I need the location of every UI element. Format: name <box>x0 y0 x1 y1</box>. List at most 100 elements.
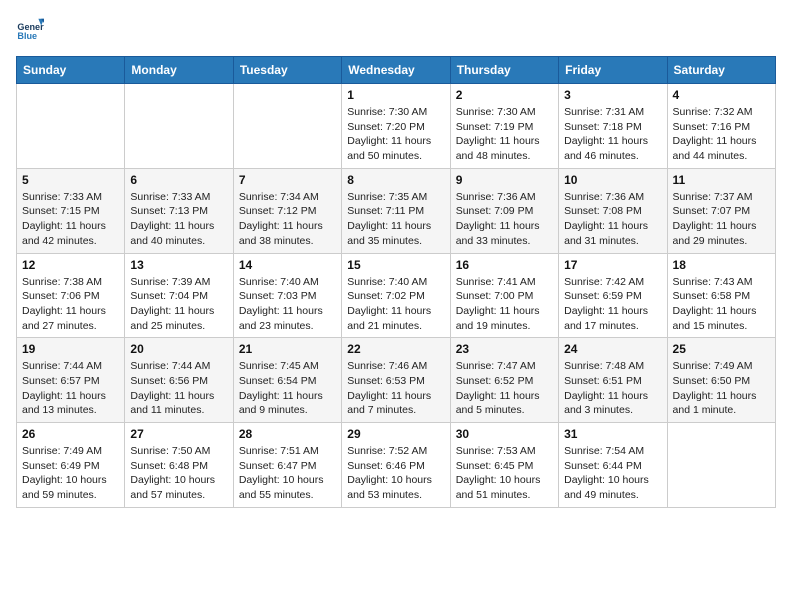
calendar-cell: 2 Sunrise: 7:30 AM Sunset: 7:19 PM Daylig… <box>450 84 558 169</box>
day-header-monday: Monday <box>125 57 233 84</box>
day-info: Sunrise: 7:47 AM Sunset: 6:52 PM Dayligh… <box>456 359 553 418</box>
calendar-cell: 17 Sunrise: 7:42 AM Sunset: 6:59 PM Dayli… <box>559 253 667 338</box>
day-header-wednesday: Wednesday <box>342 57 450 84</box>
calendar-cell: 12 Sunrise: 7:38 AM Sunset: 7:06 PM Dayli… <box>17 253 125 338</box>
day-number: 14 <box>239 258 336 272</box>
calendar-cell: 14 Sunrise: 7:40 AM Sunset: 7:03 PM Dayli… <box>233 253 341 338</box>
day-number: 19 <box>22 342 119 356</box>
calendar-week-row: 26 Sunrise: 7:49 AM Sunset: 6:49 PM Dayli… <box>17 423 776 508</box>
calendar-week-row: 12 Sunrise: 7:38 AM Sunset: 7:06 PM Dayli… <box>17 253 776 338</box>
day-number: 13 <box>130 258 227 272</box>
calendar-cell: 9 Sunrise: 7:36 AM Sunset: 7:09 PM Daylig… <box>450 168 558 253</box>
day-number: 15 <box>347 258 444 272</box>
day-header-tuesday: Tuesday <box>233 57 341 84</box>
day-info: Sunrise: 7:42 AM Sunset: 6:59 PM Dayligh… <box>564 275 661 334</box>
calendar-header-row: SundayMondayTuesdayWednesdayThursdayFrid… <box>17 57 776 84</box>
day-number: 26 <box>22 427 119 441</box>
calendar-cell <box>125 84 233 169</box>
day-number: 18 <box>673 258 770 272</box>
calendar-cell: 26 Sunrise: 7:49 AM Sunset: 6:49 PM Dayli… <box>17 423 125 508</box>
day-info: Sunrise: 7:40 AM Sunset: 7:03 PM Dayligh… <box>239 275 336 334</box>
day-number: 31 <box>564 427 661 441</box>
day-number: 8 <box>347 173 444 187</box>
calendar-cell: 16 Sunrise: 7:41 AM Sunset: 7:00 PM Dayli… <box>450 253 558 338</box>
calendar-cell: 4Sunrise: 7:32 AM Sunset: 7:16 PM Daylig… <box>667 84 775 169</box>
day-number: 7 <box>239 173 336 187</box>
day-header-sunday: Sunday <box>17 57 125 84</box>
logo: General Blue <box>16 16 44 44</box>
calendar-cell: 28Sunrise: 7:51 AM Sunset: 6:47 PM Dayli… <box>233 423 341 508</box>
calendar-cell: 23 Sunrise: 7:47 AM Sunset: 6:52 PM Dayli… <box>450 338 558 423</box>
day-info: Sunrise: 7:38 AM Sunset: 7:06 PM Dayligh… <box>22 275 119 334</box>
day-info: Sunrise: 7:30 AM Sunset: 7:19 PM Dayligh… <box>456 105 553 164</box>
calendar-week-row: 1 Sunrise: 7:30 AM Sunset: 7:20 PM Daylig… <box>17 84 776 169</box>
calendar-cell: 10 Sunrise: 7:36 AM Sunset: 7:08 PM Dayli… <box>559 168 667 253</box>
day-number: 23 <box>456 342 553 356</box>
day-info: Sunrise: 7:31 AM Sunset: 7:18 PM Dayligh… <box>564 105 661 164</box>
day-number: 22 <box>347 342 444 356</box>
day-number: 1 <box>347 88 444 102</box>
day-info: Sunrise: 7:53 AM Sunset: 6:45 PM Dayligh… <box>456 444 553 503</box>
day-number: 28 <box>239 427 336 441</box>
day-number: 20 <box>130 342 227 356</box>
calendar-week-row: 5Sunrise: 7:33 AM Sunset: 7:15 PM Daylig… <box>17 168 776 253</box>
day-number: 17 <box>564 258 661 272</box>
calendar-cell: 3Sunrise: 7:31 AM Sunset: 7:18 PM Daylig… <box>559 84 667 169</box>
day-number: 16 <box>456 258 553 272</box>
day-header-saturday: Saturday <box>667 57 775 84</box>
calendar-cell: 27 Sunrise: 7:50 AM Sunset: 6:48 PM Dayli… <box>125 423 233 508</box>
calendar-table: SundayMondayTuesdayWednesdayThursdayFrid… <box>16 56 776 508</box>
day-number: 21 <box>239 342 336 356</box>
day-info: Sunrise: 7:32 AM Sunset: 7:16 PM Dayligh… <box>673 105 770 164</box>
day-header-thursday: Thursday <box>450 57 558 84</box>
day-number: 5 <box>22 173 119 187</box>
day-number: 6 <box>130 173 227 187</box>
day-info: Sunrise: 7:37 AM Sunset: 7:07 PM Dayligh… <box>673 190 770 249</box>
day-info: Sunrise: 7:50 AM Sunset: 6:48 PM Dayligh… <box>130 444 227 503</box>
day-info: Sunrise: 7:39 AM Sunset: 7:04 PM Dayligh… <box>130 275 227 334</box>
day-number: 9 <box>456 173 553 187</box>
day-number: 24 <box>564 342 661 356</box>
page-header: General Blue <box>16 16 776 44</box>
day-number: 25 <box>673 342 770 356</box>
calendar-cell: 24 Sunrise: 7:48 AM Sunset: 6:51 PM Dayli… <box>559 338 667 423</box>
day-info: Sunrise: 7:33 AM Sunset: 7:13 PM Dayligh… <box>130 190 227 249</box>
day-info: Sunrise: 7:45 AM Sunset: 6:54 PM Dayligh… <box>239 359 336 418</box>
day-info: Sunrise: 7:36 AM Sunset: 7:09 PM Dayligh… <box>456 190 553 249</box>
calendar-cell: 6 Sunrise: 7:33 AM Sunset: 7:13 PM Daylig… <box>125 168 233 253</box>
day-info: Sunrise: 7:46 AM Sunset: 6:53 PM Dayligh… <box>347 359 444 418</box>
day-info: Sunrise: 7:49 AM Sunset: 6:49 PM Dayligh… <box>22 444 119 503</box>
calendar-cell: 21 Sunrise: 7:45 AM Sunset: 6:54 PM Dayli… <box>233 338 341 423</box>
calendar-cell: 8 Sunrise: 7:35 AM Sunset: 7:11 PM Daylig… <box>342 168 450 253</box>
calendar-cell: 15 Sunrise: 7:40 AM Sunset: 7:02 PM Dayli… <box>342 253 450 338</box>
day-header-friday: Friday <box>559 57 667 84</box>
calendar-cell: 13 Sunrise: 7:39 AM Sunset: 7:04 PM Dayli… <box>125 253 233 338</box>
calendar-cell: 19 Sunrise: 7:44 AM Sunset: 6:57 PM Dayli… <box>17 338 125 423</box>
calendar-cell: 31Sunrise: 7:54 AM Sunset: 6:44 PM Dayli… <box>559 423 667 508</box>
day-number: 29 <box>347 427 444 441</box>
calendar-cell: 30 Sunrise: 7:53 AM Sunset: 6:45 PM Dayli… <box>450 423 558 508</box>
calendar-cell: 25Sunrise: 7:49 AM Sunset: 6:50 PM Dayli… <box>667 338 775 423</box>
calendar-cell: 22 Sunrise: 7:46 AM Sunset: 6:53 PM Dayli… <box>342 338 450 423</box>
calendar-cell: 29 Sunrise: 7:52 AM Sunset: 6:46 PM Dayli… <box>342 423 450 508</box>
day-number: 2 <box>456 88 553 102</box>
day-info: Sunrise: 7:48 AM Sunset: 6:51 PM Dayligh… <box>564 359 661 418</box>
day-info: Sunrise: 7:52 AM Sunset: 6:46 PM Dayligh… <box>347 444 444 503</box>
svg-text:Blue: Blue <box>17 31 37 41</box>
day-info: Sunrise: 7:44 AM Sunset: 6:57 PM Dayligh… <box>22 359 119 418</box>
day-info: Sunrise: 7:40 AM Sunset: 7:02 PM Dayligh… <box>347 275 444 334</box>
day-info: Sunrise: 7:44 AM Sunset: 6:56 PM Dayligh… <box>130 359 227 418</box>
day-info: Sunrise: 7:30 AM Sunset: 7:20 PM Dayligh… <box>347 105 444 164</box>
day-info: Sunrise: 7:36 AM Sunset: 7:08 PM Dayligh… <box>564 190 661 249</box>
day-number: 11 <box>673 173 770 187</box>
day-info: Sunrise: 7:41 AM Sunset: 7:00 PM Dayligh… <box>456 275 553 334</box>
day-number: 27 <box>130 427 227 441</box>
calendar-cell: 18Sunrise: 7:43 AM Sunset: 6:58 PM Dayli… <box>667 253 775 338</box>
day-info: Sunrise: 7:35 AM Sunset: 7:11 PM Dayligh… <box>347 190 444 249</box>
day-number: 10 <box>564 173 661 187</box>
day-number: 30 <box>456 427 553 441</box>
calendar-cell: 20 Sunrise: 7:44 AM Sunset: 6:56 PM Dayli… <box>125 338 233 423</box>
calendar-cell: 11 Sunrise: 7:37 AM Sunset: 7:07 PM Dayli… <box>667 168 775 253</box>
logo-icon: General Blue <box>16 16 44 44</box>
day-number: 12 <box>22 258 119 272</box>
